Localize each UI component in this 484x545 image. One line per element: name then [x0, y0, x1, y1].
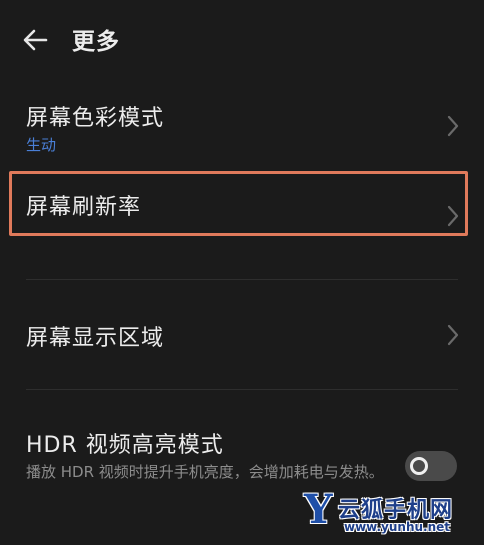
divider	[26, 389, 458, 390]
divider	[26, 279, 458, 280]
hdr-mode-description: 播放 HDR 视频时提升手机亮度，会增加耗电与发热。	[26, 463, 384, 481]
header-bar: 更多	[0, 0, 484, 78]
hdr-mode-title: HDR 视频高亮模式	[26, 433, 224, 458]
arrow-left-icon	[23, 29, 48, 51]
page-title: 更多	[72, 29, 120, 55]
watermark-url: www.yunhu.net	[344, 520, 451, 534]
watermark-logo-letter: Y	[304, 486, 333, 533]
hdr-mode-toggle[interactable]	[405, 451, 457, 481]
highlight-box	[9, 171, 468, 236]
toggle-knob	[410, 457, 428, 475]
chevron-right-icon	[447, 324, 459, 346]
back-button[interactable]	[18, 22, 54, 58]
row-subtitle: 生动	[26, 136, 57, 154]
row-title: 屏幕色彩模式	[26, 106, 165, 131]
setting-screen-display-area[interactable]: 屏幕显示区域	[0, 290, 484, 384]
chevron-right-icon	[447, 115, 459, 137]
row-title: 屏幕显示区域	[26, 326, 165, 351]
setting-screen-color-mode[interactable]: 屏幕色彩模式 生动	[0, 84, 484, 168]
site-watermark: Y 云狐手机网 www.yunhu.net	[296, 486, 484, 538]
